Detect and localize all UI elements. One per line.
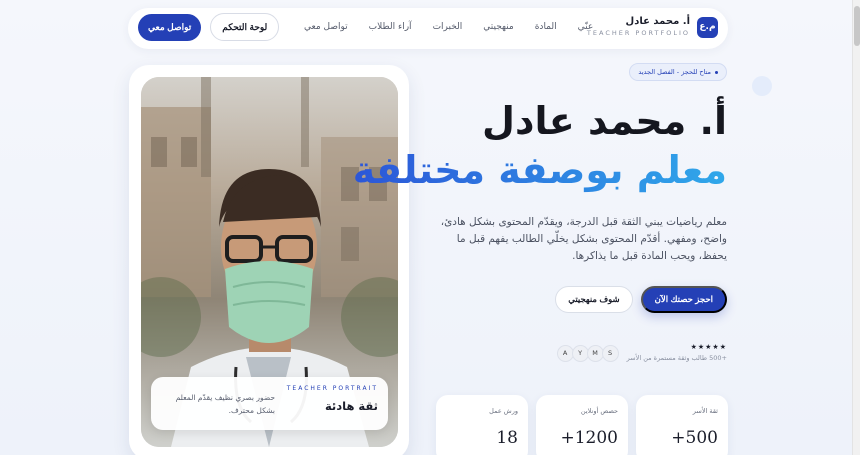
stat-label: ورش عمل: [489, 407, 518, 415]
availability-pill: متاح للحجز - الفصل الجديد: [629, 63, 727, 81]
portrait-caption-card: TEACHER PORTRAIT ثقة هادئة حضور بصري نظي…: [151, 377, 388, 430]
nav-link-contact[interactable]: تواصل معي: [304, 22, 348, 32]
stat-value: +1200: [560, 428, 618, 448]
scrollbar-thumb[interactable]: [854, 6, 860, 46]
hero-subtitle: معلم بوصفة مختلفة: [352, 148, 727, 192]
nav-link-subject[interactable]: المادة: [535, 22, 557, 32]
brand-subtitle: TEACHER PORTFOLIO: [586, 29, 690, 37]
stat-value: +500: [671, 428, 718, 448]
nav-link-experience[interactable]: الخبرات: [433, 22, 463, 32]
cta-row: احجز حصتك الآن شوف منهجيتي: [555, 286, 727, 313]
brand[interactable]: أ. محمد عادل TEACHER PORTFOLIO م.ع: [587, 16, 718, 38]
caption-text: حضور بصري نظيف يقدّم المعلم بشكل محترف.: [175, 393, 275, 415]
top-navbar: تواصل معي لوحة التحكم عنّي المادة منهجيت…: [128, 8, 728, 49]
social-proof-text: +500 طالب وثقة مستمرة من الأسر: [626, 354, 727, 362]
social-proof: ★★★★★ +500 طالب وثقة مستمرة من الأسر A Y…: [556, 342, 727, 364]
avatar: S: [601, 344, 619, 362]
dashboard-button[interactable]: لوحة التحكم: [210, 13, 280, 41]
stat-label: حصص أونلاين: [580, 407, 618, 415]
logo-badge: م.ع: [697, 16, 718, 38]
stat-label: ثقة الأسر: [692, 407, 718, 415]
stat-card-online-sessions: حصص أونلاين +1200: [536, 395, 628, 455]
stat-card-workshops: ورش عمل 18: [436, 395, 528, 455]
nav-actions: تواصل معي لوحة التحكم: [138, 13, 280, 41]
nav-link-method[interactable]: منهجيتي: [483, 22, 513, 32]
contact-button[interactable]: تواصل معي: [138, 13, 202, 41]
avatar-group: A Y M S: [556, 344, 619, 362]
rating-stars-icon: ★★★★★: [690, 343, 727, 351]
stats-row: ورش عمل 18 حصص أونلاين +1200 ثقة الأسر +…: [436, 395, 728, 455]
page-scrollbar[interactable]: [852, 0, 860, 455]
nav-link-testimonials[interactable]: آراء الطلاب: [369, 22, 412, 32]
availability-text: متاح للحجز - الفصل الجديد: [638, 68, 711, 76]
view-methodology-button[interactable]: شوف منهجيتي: [555, 286, 633, 313]
brand-name: أ. محمد عادل: [625, 16, 690, 27]
hero-title: أ. محمد عادل: [482, 99, 727, 143]
nav-links: عنّي المادة منهجيتي الخبرات آراء الطلاب …: [304, 22, 593, 32]
status-dot-icon: [715, 70, 718, 74]
book-session-button[interactable]: احجز حصتك الآن: [640, 286, 727, 313]
stat-card-family-trust: ثقة الأسر +500: [636, 395, 728, 455]
stat-value: 18: [496, 428, 518, 448]
caption-title: ثقة هادئة: [324, 399, 378, 413]
hero-description: معلم رياضيات يبني الثقة قبل الدرجة، ويقد…: [440, 216, 727, 262]
decorative-glow: [752, 76, 772, 96]
caption-eyebrow: TEACHER PORTRAIT: [286, 385, 378, 392]
